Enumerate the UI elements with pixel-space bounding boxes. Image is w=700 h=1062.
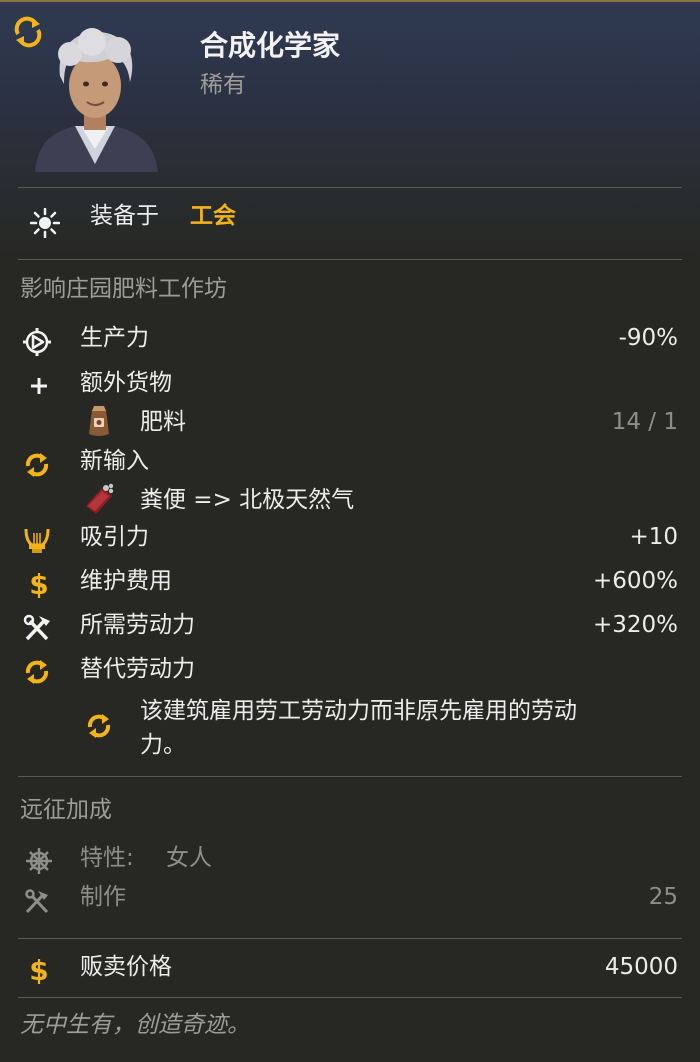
manure-icon <box>86 483 114 514</box>
divider <box>18 997 682 998</box>
divider <box>18 187 682 188</box>
replace-workforce-desc-line2: 力。 <box>140 732 186 758</box>
svg-text:$: $ <box>29 568 48 598</box>
replace-workforce-label: 替代劳动力 <box>80 656 195 682</box>
new-input-label: 新输入 <box>80 448 149 474</box>
svg-text:$: $ <box>29 954 48 984</box>
specialist-portrait <box>35 28 158 172</box>
divider <box>18 776 682 777</box>
gear-icon <box>23 328 51 356</box>
tools-icon <box>23 614 50 641</box>
sun-icon <box>30 208 60 238</box>
lyre-icon <box>24 528 50 553</box>
cycle-icon <box>25 453 49 477</box>
replace-workforce-desc-line1: 该建筑雇用劳工劳动力而非原先雇用的劳动 <box>140 698 577 724</box>
productivity-value: -90% <box>618 325 678 351</box>
fertilizer-value: 14 / 1 <box>611 409 678 435</box>
extra-goods-label: 额外货物 <box>80 370 172 396</box>
specialist-name: 合成化学家 <box>200 29 341 62</box>
sell-price-value: 45000 <box>604 954 678 980</box>
equip-label: 装备于 <box>90 203 159 229</box>
crafting-tools-icon <box>25 889 49 914</box>
flavor-text: 无中生有，创造奇迹。 <box>20 1012 250 1038</box>
attractiveness-label: 吸引力 <box>80 524 149 550</box>
maintenance-label: 维护费用 <box>80 568 172 594</box>
new-input-item: 粪便 => 北极天然气 <box>140 487 355 513</box>
crafting-value: 25 <box>648 884 678 910</box>
rarity-label: 稀有 <box>200 72 246 98</box>
crafting-label: 制作 <box>80 884 126 910</box>
cycle-icon <box>25 660 49 684</box>
dollar-icon: $ <box>29 568 48 598</box>
cycle-icon <box>87 714 111 738</box>
trait-value: 女人 <box>166 845 212 871</box>
divider <box>18 259 682 260</box>
productivity-label: 生产力 <box>80 325 149 351</box>
effects-heading: 影响庄园肥料工作坊 <box>20 276 227 302</box>
dollar-icon: $ <box>29 954 48 984</box>
plus-icon <box>31 378 47 394</box>
fertilizer-label: 肥料 <box>140 409 186 435</box>
sell-price-label: 贩卖价格 <box>80 954 172 980</box>
ship-wheel-icon <box>26 848 52 874</box>
workforce-label: 所需劳动力 <box>80 612 195 638</box>
fertilizer-sack-icon <box>89 406 109 436</box>
divider <box>18 938 682 939</box>
maintenance-value: +600% <box>592 568 678 594</box>
attractiveness-value: +10 <box>629 524 678 550</box>
workforce-value: +320% <box>592 612 678 638</box>
equip-building[interactable]: 工会 <box>190 201 236 231</box>
trait-label: 特性: <box>80 845 134 871</box>
specialist-tooltip: 合成化学家 稀有 装备于 工会 影响庄园肥料工作坊 生产力 -90% 额外货物 <box>0 0 700 1062</box>
expedition-heading: 远征加成 <box>20 797 112 823</box>
